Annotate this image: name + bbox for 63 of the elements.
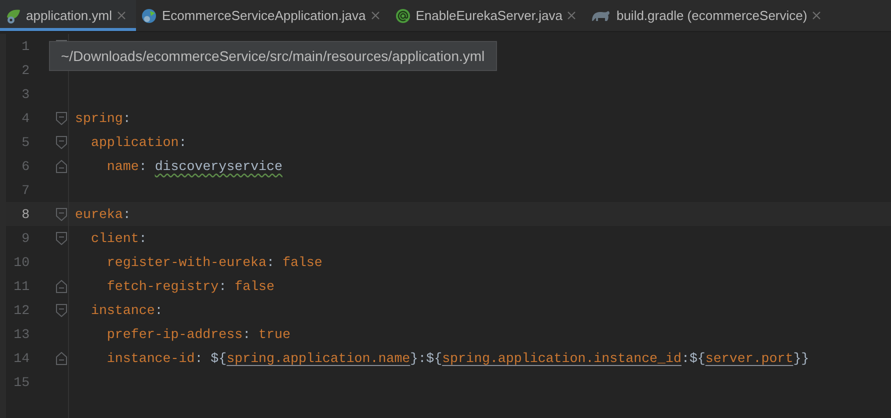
- code-key: spring: [75, 110, 123, 126]
- close-icon[interactable]: [812, 11, 822, 20]
- line-number: 4: [20, 110, 30, 126]
- code-value: false: [234, 278, 275, 294]
- line-number: 1: [20, 38, 30, 54]
- leaf-gear-icon: [5, 8, 21, 24]
- code-key: name: [75, 158, 139, 174]
- code-key: eureka: [75, 206, 123, 222]
- code-punctuation: :${: [681, 350, 706, 366]
- code-key: prefer-ip-address: [75, 326, 243, 342]
- line-number: 9: [20, 230, 30, 246]
- line-number: 2: [20, 62, 30, 78]
- code-punctuation: :: [138, 158, 148, 174]
- code-reference: spring.application.name: [226, 350, 410, 366]
- code-value: true: [258, 326, 290, 342]
- code-punctuation: :: [266, 254, 276, 270]
- line-number: 13: [12, 326, 30, 342]
- line-number: 8: [20, 206, 30, 222]
- code-punctuation: :: [154, 302, 163, 318]
- fold-end-marker-icon[interactable]: [56, 280, 67, 292]
- code-value: discoveryservice: [154, 158, 282, 174]
- file-path-tooltip: ~/Downloads/ecommerceService/src/main/resources/application.yml: [49, 41, 497, 71]
- line-number: 12: [12, 302, 30, 318]
- line-number: 6: [20, 158, 30, 174]
- code-punctuation: :: [122, 206, 131, 222]
- code-punctuation: :: [178, 134, 187, 150]
- code-reference: server.port: [705, 350, 794, 366]
- code-key: instance: [75, 302, 155, 318]
- code-punctuation: :: [218, 278, 228, 294]
- fold-end-marker-icon[interactable]: [56, 160, 67, 172]
- line-number: 15: [12, 374, 30, 390]
- line-number: 7: [20, 182, 30, 198]
- editor-tab[interactable]: application.yml: [0, 0, 136, 31]
- line-number: 3: [20, 86, 30, 102]
- close-icon[interactable]: [117, 11, 126, 20]
- code-key: application: [75, 134, 179, 150]
- fold-marker-icon[interactable]: [56, 232, 67, 244]
- code-reference: spring.application.instance_id: [442, 350, 682, 366]
- spring-app-icon: [141, 8, 157, 24]
- close-icon[interactable]: [370, 11, 380, 20]
- code-punctuation: :: [122, 110, 131, 126]
- fold-marker-icon[interactable]: [56, 136, 67, 148]
- code-key: fetch-registry: [75, 278, 219, 294]
- at-sign-icon: [394, 8, 411, 24]
- fold-marker-icon[interactable]: [56, 208, 67, 220]
- code-punctuation: }:${: [410, 350, 442, 366]
- fold-marker-icon[interactable]: [56, 112, 67, 124]
- fold-end-marker-icon[interactable]: [56, 352, 67, 364]
- code-punctuation: : ${: [194, 350, 227, 366]
- line-number: 10: [12, 254, 30, 270]
- line-number: 11: [12, 278, 30, 294]
- fold-marker-icon[interactable]: [56, 304, 67, 316]
- code-value: false: [282, 254, 322, 270]
- code-punctuation: :: [138, 230, 147, 246]
- code-key: instance-id: [75, 350, 195, 366]
- close-icon[interactable]: [567, 11, 576, 20]
- code-punctuation: :: [242, 326, 252, 342]
- code-key: register-with-eureka: [75, 254, 267, 270]
- elephant-icon: [591, 8, 612, 22]
- line-number: 5: [20, 134, 30, 150]
- code-key: client: [75, 230, 139, 246]
- line-number: 14: [12, 350, 30, 366]
- code-punctuation: }}: [793, 350, 810, 366]
